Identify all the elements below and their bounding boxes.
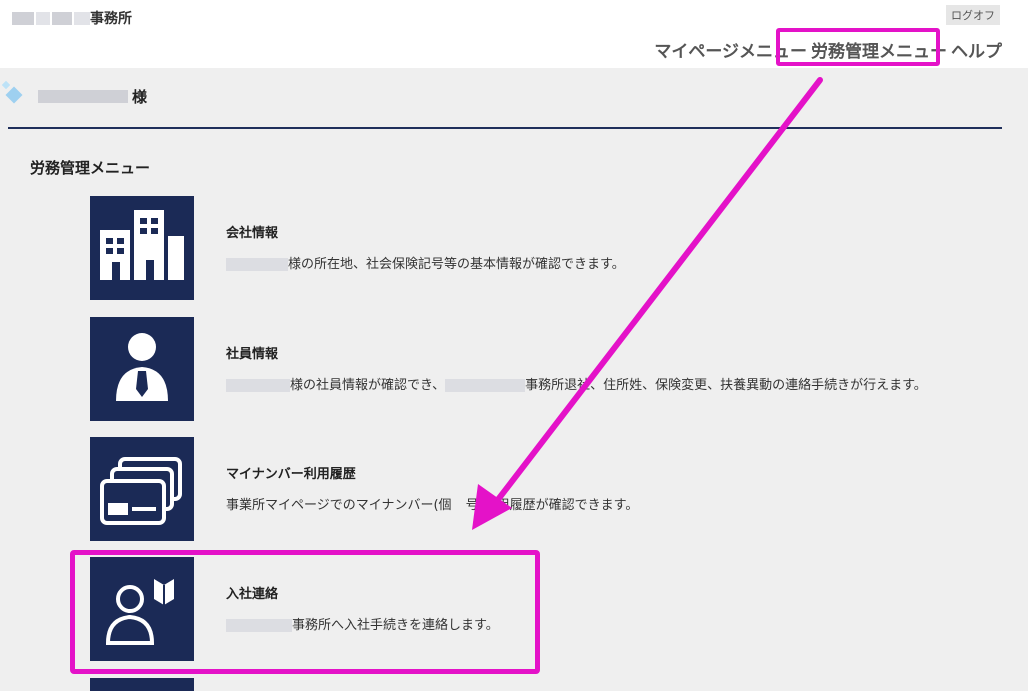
redacted-text bbox=[226, 379, 290, 392]
description-text: 号)利用履歴が確認できます。 bbox=[465, 498, 639, 513]
item-description: 事業所マイページでのマイナンバー(個 号)利用履歴が確認できます。 bbox=[226, 497, 946, 515]
person-tie-icon bbox=[116, 333, 168, 401]
highlight-box-new-hire bbox=[70, 550, 540, 674]
redacted-text bbox=[52, 11, 72, 25]
menu-item-employee-info[interactable]: 社員情報 様の社員情報が確認でき、 事務所退社、住所姓、保険変更、扶養異動の連絡手… bbox=[90, 317, 927, 421]
office-name-label: 事務所 bbox=[90, 11, 132, 27]
redacted-text bbox=[74, 11, 90, 25]
menu-item-company-info[interactable]: 会社情報 様の所在地、社会保険記号等の基本情報が確認できます。 bbox=[90, 196, 890, 300]
redacted-text bbox=[445, 379, 526, 392]
item-title[interactable]: マイナンバー利用履歴 bbox=[226, 463, 356, 482]
divider bbox=[8, 127, 1002, 129]
company-tile[interactable] bbox=[90, 196, 194, 300]
office-name: 事務所 bbox=[12, 8, 132, 28]
description-text: 事業所マイページでのマイナンバー(個 bbox=[226, 498, 452, 513]
diamond-icon bbox=[5, 86, 23, 103]
redacted-text bbox=[12, 11, 34, 25]
description-text: 様の社員情報が確認でき、 bbox=[290, 378, 446, 393]
item-title[interactable]: 社員情報 bbox=[226, 343, 278, 362]
item-title[interactable]: 会社情報 bbox=[226, 222, 278, 241]
nav-help[interactable]: ヘルプ bbox=[949, 37, 1004, 62]
menu-item-mynumber-history[interactable]: マイナンバー利用履歴 事業所マイページでのマイナンバー(個 号)利用履歴が確認でき… bbox=[90, 437, 890, 541]
highlight-box-nav bbox=[776, 28, 940, 66]
logoff-button[interactable]: ログオフ bbox=[946, 5, 1000, 25]
description-text: 退社、住所姓、保険変更、扶養異動の連絡手続きが行えます。 bbox=[564, 378, 927, 393]
employee-tile[interactable] bbox=[90, 317, 194, 421]
building-icon bbox=[100, 210, 184, 280]
item-description: 様の社員情報が確認でき、 事務所退社、住所姓、保険変更、扶養異動の連絡手続きが行え… bbox=[226, 377, 946, 395]
mynumber-tile[interactable] bbox=[90, 437, 194, 541]
user-honorific: 様 bbox=[132, 88, 148, 106]
redacted-user-name bbox=[38, 90, 128, 103]
section-title: 労務管理メニュー bbox=[30, 159, 151, 177]
description-text: 事務所 bbox=[525, 378, 565, 393]
description-text: 様の所在地、社会保険記号等の基本情報が確認できます。 bbox=[288, 257, 625, 272]
item-description: 様の所在地、社会保険記号等の基本情報が確認できます。 bbox=[226, 256, 946, 274]
user-greeting: 様 bbox=[5, 86, 148, 107]
cards-icon bbox=[100, 457, 182, 525]
redacted-text bbox=[36, 11, 50, 25]
redacted-text bbox=[226, 258, 288, 271]
next-tile-partial[interactable] bbox=[90, 678, 194, 691]
